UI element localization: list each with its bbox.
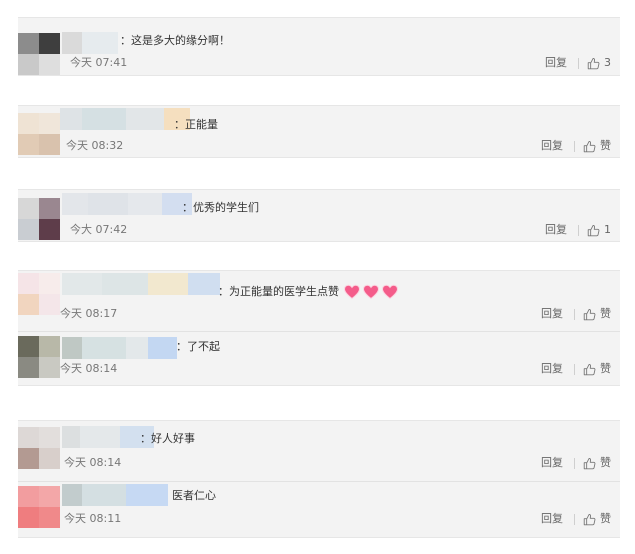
- username-blurred[interactable]: [62, 273, 220, 295]
- thumbs-up-icon[interactable]: [583, 308, 596, 321]
- username-blurred[interactable]: [62, 337, 177, 359]
- comment-time: 今大 07:42: [70, 223, 128, 236]
- avatar[interactable]: [18, 336, 60, 378]
- thumbs-up-icon[interactable]: [587, 224, 600, 237]
- comment-card: ：优秀的学生们 今大 07:42 回复 1: [18, 189, 620, 242]
- comment-actions: 回复 赞: [541, 307, 611, 321]
- avatar[interactable]: [18, 33, 60, 75]
- like-count[interactable]: 赞: [600, 139, 611, 153]
- comment-text: ：为正能量的医学生点赞: [218, 284, 399, 300]
- comment: ：这是多大的缘分啊！ 今天 07:41 回复 3: [18, 18, 620, 77]
- comment-text: 医者仁心: [172, 489, 216, 502]
- like-count[interactable]: 赞: [600, 362, 611, 376]
- like-count[interactable]: 1: [604, 223, 611, 237]
- comment: 医者仁心 今天 08:11 回复 赞: [18, 481, 620, 540]
- like-count[interactable]: 赞: [600, 512, 611, 526]
- reply-button[interactable]: 回复: [541, 456, 563, 470]
- comment-card: ：为正能量的医学生点赞 今天 08:17 回复 赞 ：了不起 今天 08:14 …: [18, 270, 620, 386]
- comment-time: 今天 08:14: [64, 456, 122, 469]
- comment-actions: 回复 赞: [541, 362, 611, 376]
- comment-time: 今天 08:11: [64, 512, 122, 525]
- divider: [574, 457, 575, 469]
- comment-text: ：这是多大的缘分啊！: [120, 34, 230, 47]
- avatar[interactable]: [18, 273, 60, 315]
- comment-text: ：了不起: [176, 340, 220, 353]
- comment-time: 今天 08:32: [66, 139, 124, 152]
- comment-text: ：正能量: [174, 118, 218, 131]
- avatar[interactable]: [18, 198, 60, 240]
- reply-button[interactable]: 回复: [545, 223, 567, 237]
- comment-actions: 回复 3: [545, 56, 611, 70]
- comment-card: ：好人好事 今天 08:14 回复 赞 医者仁心 今天 08:11 回复 赞: [18, 420, 620, 538]
- divider: [578, 57, 579, 69]
- thumbs-up-icon[interactable]: [583, 363, 596, 376]
- comment: ：正能量 今天 08:32 回复 赞: [18, 106, 620, 159]
- comment-time: 今天 08:14: [60, 362, 118, 375]
- reply-button[interactable]: 回复: [541, 362, 563, 376]
- comment: ：了不起 今天 08:14 回复 赞: [18, 331, 620, 388]
- reply-button[interactable]: 回复: [541, 307, 563, 321]
- avatar[interactable]: [18, 486, 60, 528]
- divider: [574, 363, 575, 375]
- comment-actions: 回复 赞: [541, 456, 611, 470]
- username-blurred[interactable]: [62, 484, 168, 506]
- reply-button[interactable]: 回复: [545, 56, 567, 70]
- username-blurred[interactable]: [62, 32, 118, 54]
- comment-card: ：这是多大的缘分啊！ 今天 07:41 回复 3: [18, 17, 620, 76]
- reply-button[interactable]: 回复: [541, 139, 563, 153]
- comment-actions: 回复 赞: [541, 139, 611, 153]
- comment-text: ：好人好事: [140, 432, 195, 445]
- thumbs-up-icon[interactable]: [583, 513, 596, 526]
- comment-time: 今天 08:17: [60, 307, 118, 320]
- divider: [574, 308, 575, 320]
- like-count[interactable]: 3: [604, 56, 611, 70]
- thumbs-up-icon[interactable]: [587, 57, 600, 70]
- avatar[interactable]: [18, 427, 60, 469]
- comment-card: ：正能量 今天 08:32 回复 赞: [18, 105, 620, 158]
- comment: ：为正能量的医学生点赞 今天 08:17 回复 赞: [18, 271, 620, 331]
- avatar[interactable]: [18, 113, 60, 155]
- like-count[interactable]: 赞: [600, 307, 611, 321]
- username-blurred[interactable]: [60, 108, 190, 130]
- thumbs-up-icon[interactable]: [583, 457, 596, 470]
- comment-actions: 回复 赞: [541, 512, 611, 526]
- username-blurred[interactable]: [62, 193, 192, 215]
- comment: ：好人好事 今天 08:14 回复 赞: [18, 421, 620, 481]
- comment-text: ：优秀的学生们: [182, 201, 259, 214]
- comment: ：优秀的学生们 今大 07:42 回复 1: [18, 190, 620, 243]
- comment-time: 今天 07:41: [70, 56, 128, 69]
- like-count[interactable]: 赞: [600, 456, 611, 470]
- comment-actions: 回复 1: [545, 223, 611, 237]
- thumbs-up-icon[interactable]: [583, 140, 596, 153]
- divider: [574, 140, 575, 152]
- divider: [574, 513, 575, 525]
- reply-button[interactable]: 回复: [541, 512, 563, 526]
- comment-text-content: ：为正能量的医学生点赞: [218, 285, 339, 298]
- heart-emoji-icon: [343, 284, 398, 300]
- divider: [578, 224, 579, 236]
